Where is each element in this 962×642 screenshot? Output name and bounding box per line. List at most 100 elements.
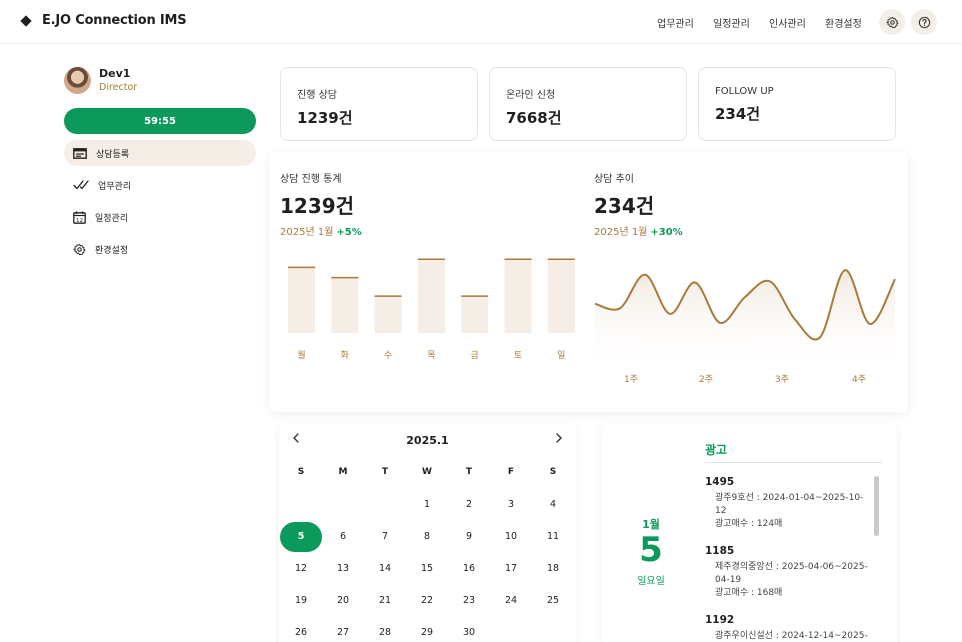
double-check-icon — [73, 180, 89, 190]
bar-월[interactable] — [288, 267, 315, 333]
logo[interactable]: E.JO Connection IMS — [20, 13, 187, 28]
sidebar-item-task[interactable]: 업무관리 — [64, 172, 256, 198]
ad-period: 광주우이신설선 : 2024-12-14~2025-04-03 — [715, 631, 868, 641]
calendar-day[interactable]: 24 — [490, 586, 532, 616]
session-timer-button[interactable]: 59:55 — [64, 108, 256, 134]
calendar-weekday-label: S — [297, 467, 305, 477]
sidebar-item-settings[interactable]: 환경설정 — [64, 236, 256, 262]
stat-card-online-request[interactable]: 온라인 신청 7668건 — [489, 67, 687, 141]
gear-icon — [73, 243, 86, 255]
stat-value: 1239건 — [297, 109, 353, 127]
ad-period: 광주9호선 : 2024-01-04~2025-10-12 — [715, 493, 864, 516]
calendar-next-button[interactable] — [555, 432, 563, 447]
calendar-day[interactable]: 25 — [532, 586, 574, 616]
bar-일[interactable] — [547, 259, 575, 333]
x-tick-label: 일 — [557, 350, 565, 361]
sidebar-item-label: 업무관리 — [98, 181, 132, 192]
calendar-day[interactable]: 12 — [280, 554, 322, 584]
sidebar-item-label: 일정관리 — [95, 213, 129, 224]
calendar-day[interactable]: 20 — [322, 586, 364, 616]
x-tick-label: 토 — [514, 351, 522, 361]
trend-area — [595, 270, 895, 372]
calendar-day-selected[interactable]: 5 — [280, 522, 322, 552]
calendar-day[interactable]: 27 — [322, 618, 364, 642]
nav-item-task[interactable]: 업무관리 — [657, 15, 694, 30]
calendar-day[interactable]: 1 — [406, 490, 448, 520]
divider — [705, 462, 882, 463]
avatar — [64, 67, 91, 94]
calendar-day[interactable]: 2 — [448, 490, 490, 520]
calendar-day[interactable]: 7 — [364, 522, 406, 552]
nav-item-schedule[interactable]: 일정관리 — [713, 15, 750, 30]
calendar: 2025.1 S M T W T F S 1 2 3 4 5 6 7 8 9 10 11 12 13 14 15 16 17 1… — [279, 424, 576, 642]
chevron-right-icon — [556, 433, 562, 443]
card-list-icon — [73, 147, 87, 159]
user-profile[interactable]: Dev1 Director — [64, 67, 137, 94]
calendar-day[interactable]: 8 — [406, 522, 448, 552]
ad-section-title: 광고 — [705, 443, 728, 457]
ad-item[interactable]: 1185 제주경의중앙선 : 2025-04-06~2025-04-19 광고매… — [705, 545, 871, 600]
calendar-day[interactable]: 17 — [490, 554, 532, 584]
ad-list-scrollbar[interactable] — [874, 476, 879, 536]
help-button[interactable] — [911, 9, 937, 35]
calendar-day[interactable]: 16 — [448, 554, 490, 584]
calendar-day[interactable]: 9 — [448, 522, 490, 552]
ad-item[interactable]: 1495 광주9호선 : 2024-01-04~2025-10-12 광고매수 … — [705, 476, 871, 531]
x-tick-label: 수 — [384, 350, 392, 361]
profile-name: Dev1 — [99, 67, 131, 80]
bar-화[interactable] — [331, 277, 359, 333]
x-tick-label: 1주 — [624, 374, 638, 385]
bar-목[interactable] — [417, 259, 445, 333]
calendar-day[interactable]: 15 — [406, 554, 448, 584]
stat-value: 234건 — [715, 105, 761, 123]
calendar-day[interactable]: 6 — [322, 522, 364, 552]
ad-id: 1495 — [705, 476, 735, 488]
ad-list: 1495 광주9호선 : 2024-01-04~2025-10-12 광고매수 … — [705, 476, 871, 642]
bar-금[interactable] — [461, 296, 489, 333]
calendar-icon: 12 — [73, 211, 86, 224]
calendar-day[interactable]: 29 — [406, 618, 448, 642]
logo-text: E.JO Connection IMS — [42, 13, 187, 28]
calendar-weekday-label: F — [507, 467, 515, 477]
bar-수[interactable] — [374, 296, 402, 333]
bar-chart: 월화수목금토일 — [288, 258, 575, 361]
stat-card-follow-up[interactable]: FOLLOW UP 234건 — [698, 67, 896, 141]
sidebar-item-schedule[interactable]: 12 일정관리 — [64, 204, 256, 230]
sidebar-item-label: 상담등록 — [96, 149, 130, 160]
calendar-day[interactable]: 23 — [448, 586, 490, 616]
calendar-day[interactable]: 22 — [406, 586, 448, 616]
stat-label: FOLLOW UP — [715, 86, 774, 97]
ad-item[interactable]: 1192 광주우이신설선 : 2024-12-14~2025-04-03 — [705, 614, 871, 642]
calendar-day[interactable]: 11 — [532, 522, 574, 552]
stat-label: 진행 상담 — [297, 90, 337, 101]
calendar-day[interactable]: 14 — [364, 554, 406, 584]
calendar-weekday-label: W — [422, 467, 432, 477]
calendar-day[interactable]: 13 — [322, 554, 364, 584]
trend-chart: 1주 2주 3주 4주 — [594, 269, 896, 385]
settings-button[interactable] — [879, 9, 905, 35]
calendar-day[interactable]: 18 — [532, 554, 574, 584]
sidebar-item-consult-register[interactable]: 상담등록 — [64, 140, 256, 166]
ad-period: 제주경의중앙선 : 2025-04-06~2025-04-19 — [715, 562, 868, 585]
calendar-weekday-label: S — [549, 467, 557, 477]
nav-item-hr[interactable]: 인사관리 — [769, 15, 806, 30]
statistics-panel: 상담 진행 통계 1239건 2025년 1월 +5% 월화수목금토일 상담 추이… — [269, 152, 908, 412]
ad-count: 광고매수 : 168매 — [715, 588, 783, 598]
nav-item-settings[interactable]: 환경설정 — [825, 15, 862, 30]
x-tick-label: 목 — [427, 350, 435, 361]
calendar-day[interactable]: 21 — [364, 586, 406, 616]
question-icon — [918, 16, 930, 28]
calendar-day[interactable]: 10 — [490, 522, 532, 552]
calendar-day[interactable]: 26 — [280, 618, 322, 642]
calendar-day[interactable]: 4 — [532, 490, 574, 520]
x-tick-label: 3주 — [775, 374, 789, 385]
calendar-weekday-label: T — [381, 467, 389, 477]
calendar-day[interactable]: 3 — [490, 490, 532, 520]
calendar-day[interactable]: 28 — [364, 618, 406, 642]
stat-card-in-progress[interactable]: 진행 상담 1239건 — [280, 67, 478, 141]
calendar-day[interactable]: 19 — [280, 586, 322, 616]
ad-id: 1185 — [705, 545, 735, 557]
logo-diamond-icon — [20, 14, 32, 27]
bar-토[interactable] — [504, 259, 532, 333]
calendar-day[interactable]: 30 — [448, 618, 490, 642]
